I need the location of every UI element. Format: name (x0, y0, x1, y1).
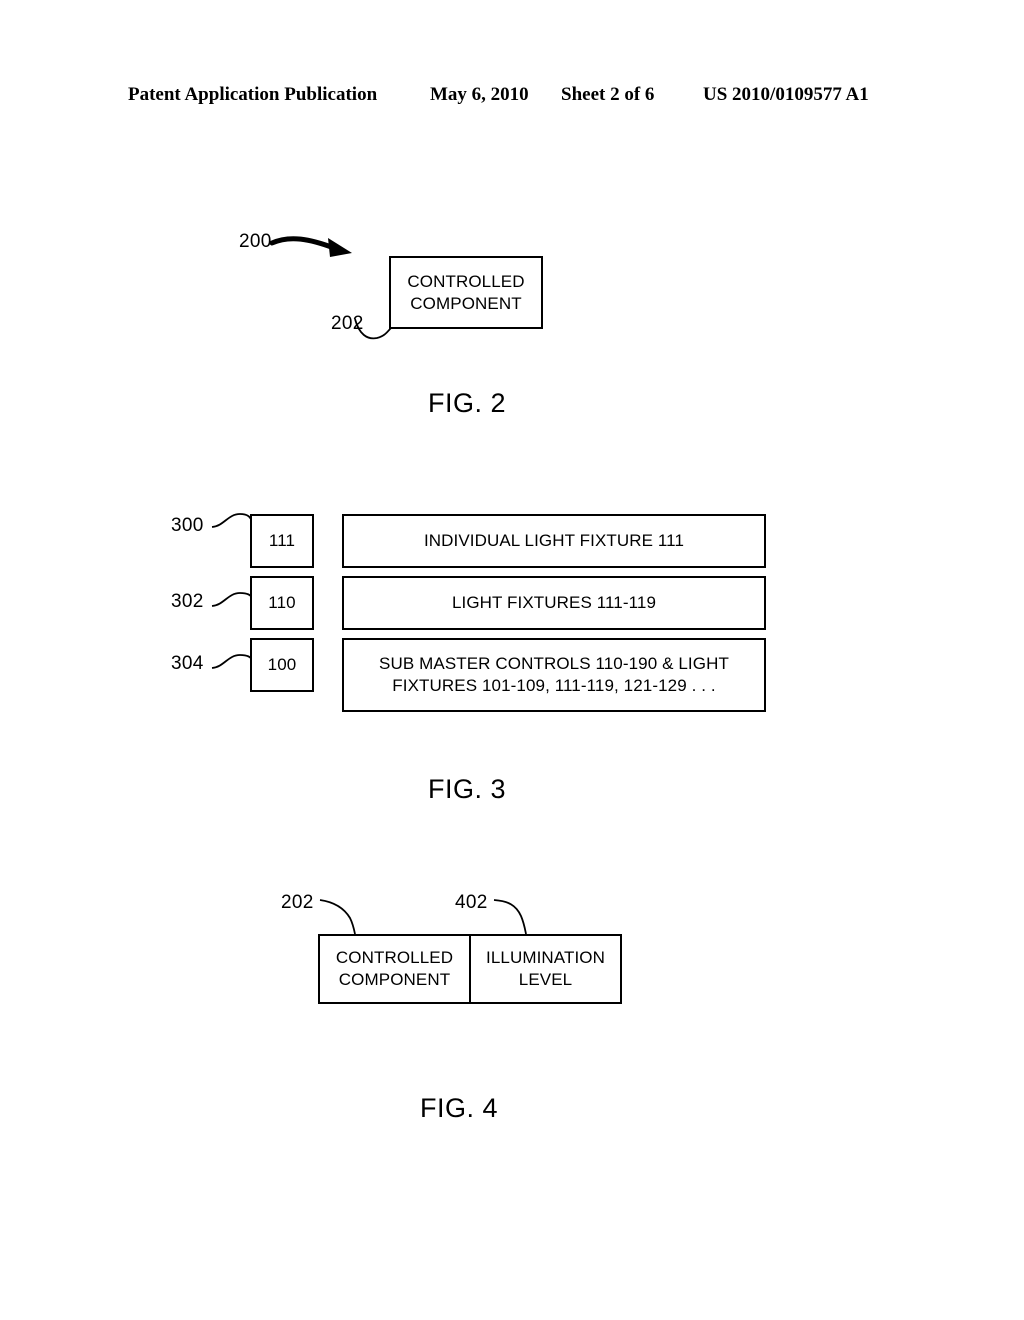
figure-2-pointer-arrow (269, 236, 352, 257)
figure-4-controlled-component-box: CONTROLLED COMPONENT (318, 934, 471, 1004)
header-date-label: May 6, 2010 (430, 84, 529, 105)
controlled-component-line1: CONTROLLED (407, 271, 525, 291)
figure-4-leader-line-202 (319, 899, 356, 935)
header-patent-number: US 2010/0109577 A1 (703, 84, 869, 105)
figure-3-description-box-individual-light-fixture: INDIVIDUAL LIGHT FIXTURE 111 (342, 514, 766, 568)
page-header: Patent Application Publication May 6, 20… (0, 84, 1024, 114)
reference-numeral-202-fig2: 202 (331, 313, 364, 334)
figure-4-box0-line2: COMPONENT (338, 970, 451, 989)
controlled-component-box-label: CONTROLLED COMPONENT (399, 271, 532, 315)
figure-4-leader-line-402 (493, 899, 527, 935)
figure-3-id-box-111-label: 111 (268, 531, 296, 551)
figure-3-description-label-1: LIGHT FIXTURES 111-119 (451, 593, 657, 613)
reference-numeral-300: 300 (171, 515, 204, 536)
figure-3-id-box-100-label: 100 (267, 655, 297, 675)
reference-numeral-402: 402 (455, 892, 488, 913)
figure-3-id-box-110: 110 (250, 576, 314, 630)
reference-numeral-304: 304 (171, 653, 204, 674)
figure-4-illumination-level-label: ILLUMINATION LEVEL (478, 947, 613, 991)
figure-3-description-line1: SUB MASTER CONTROLS 110-190 & LIGHT (379, 654, 729, 674)
reference-numeral-302: 302 (171, 591, 204, 612)
figure-4-controlled-component-label: CONTROLLED COMPONENT (328, 947, 461, 991)
figure-3-description-line2: FIXTURES 101-109, 111-119, 121-129 . . . (392, 676, 716, 695)
figure-4-box1-line1: ILLUMINATION (486, 948, 605, 968)
header-sheet-label: Sheet 2 of 6 (561, 84, 655, 105)
figure-3-description-label-2: SUB MASTER CONTROLS 110-190 & LIGHT FIXTU… (371, 653, 737, 697)
figure-3-description-label-0: INDIVIDUAL LIGHT FIXTURE 111 (423, 531, 685, 551)
figure-3-id-box-111: 111 (250, 514, 314, 568)
figure-3-id-box-100: 100 (250, 638, 314, 692)
controlled-component-box: CONTROLLED COMPONENT (389, 256, 543, 329)
figure-4-box1-line2: LEVEL (518, 970, 573, 989)
header-publication-label: Patent Application Publication (128, 84, 378, 105)
figure-2-caption: FIG. 2 (428, 388, 507, 418)
reference-numeral-200: 200 (239, 231, 272, 252)
figure-4-illumination-level-box: ILLUMINATION LEVEL (469, 934, 622, 1004)
reference-numeral-202-fig4: 202 (281, 892, 314, 913)
figure-4-caption: FIG. 4 (420, 1093, 499, 1123)
figure-3-caption: FIG. 3 (428, 774, 507, 804)
figure-3-description-box-sub-master-controls: SUB MASTER CONTROLS 110-190 & LIGHT FIXTU… (342, 638, 766, 712)
controlled-component-line2: COMPONENT (410, 293, 522, 313)
figure-3-id-box-110-label: 110 (268, 593, 296, 613)
figure-4-box0-line1: CONTROLLED (335, 948, 454, 968)
figure-3-description-box-light-fixtures: LIGHT FIXTURES 111-119 (342, 576, 766, 630)
